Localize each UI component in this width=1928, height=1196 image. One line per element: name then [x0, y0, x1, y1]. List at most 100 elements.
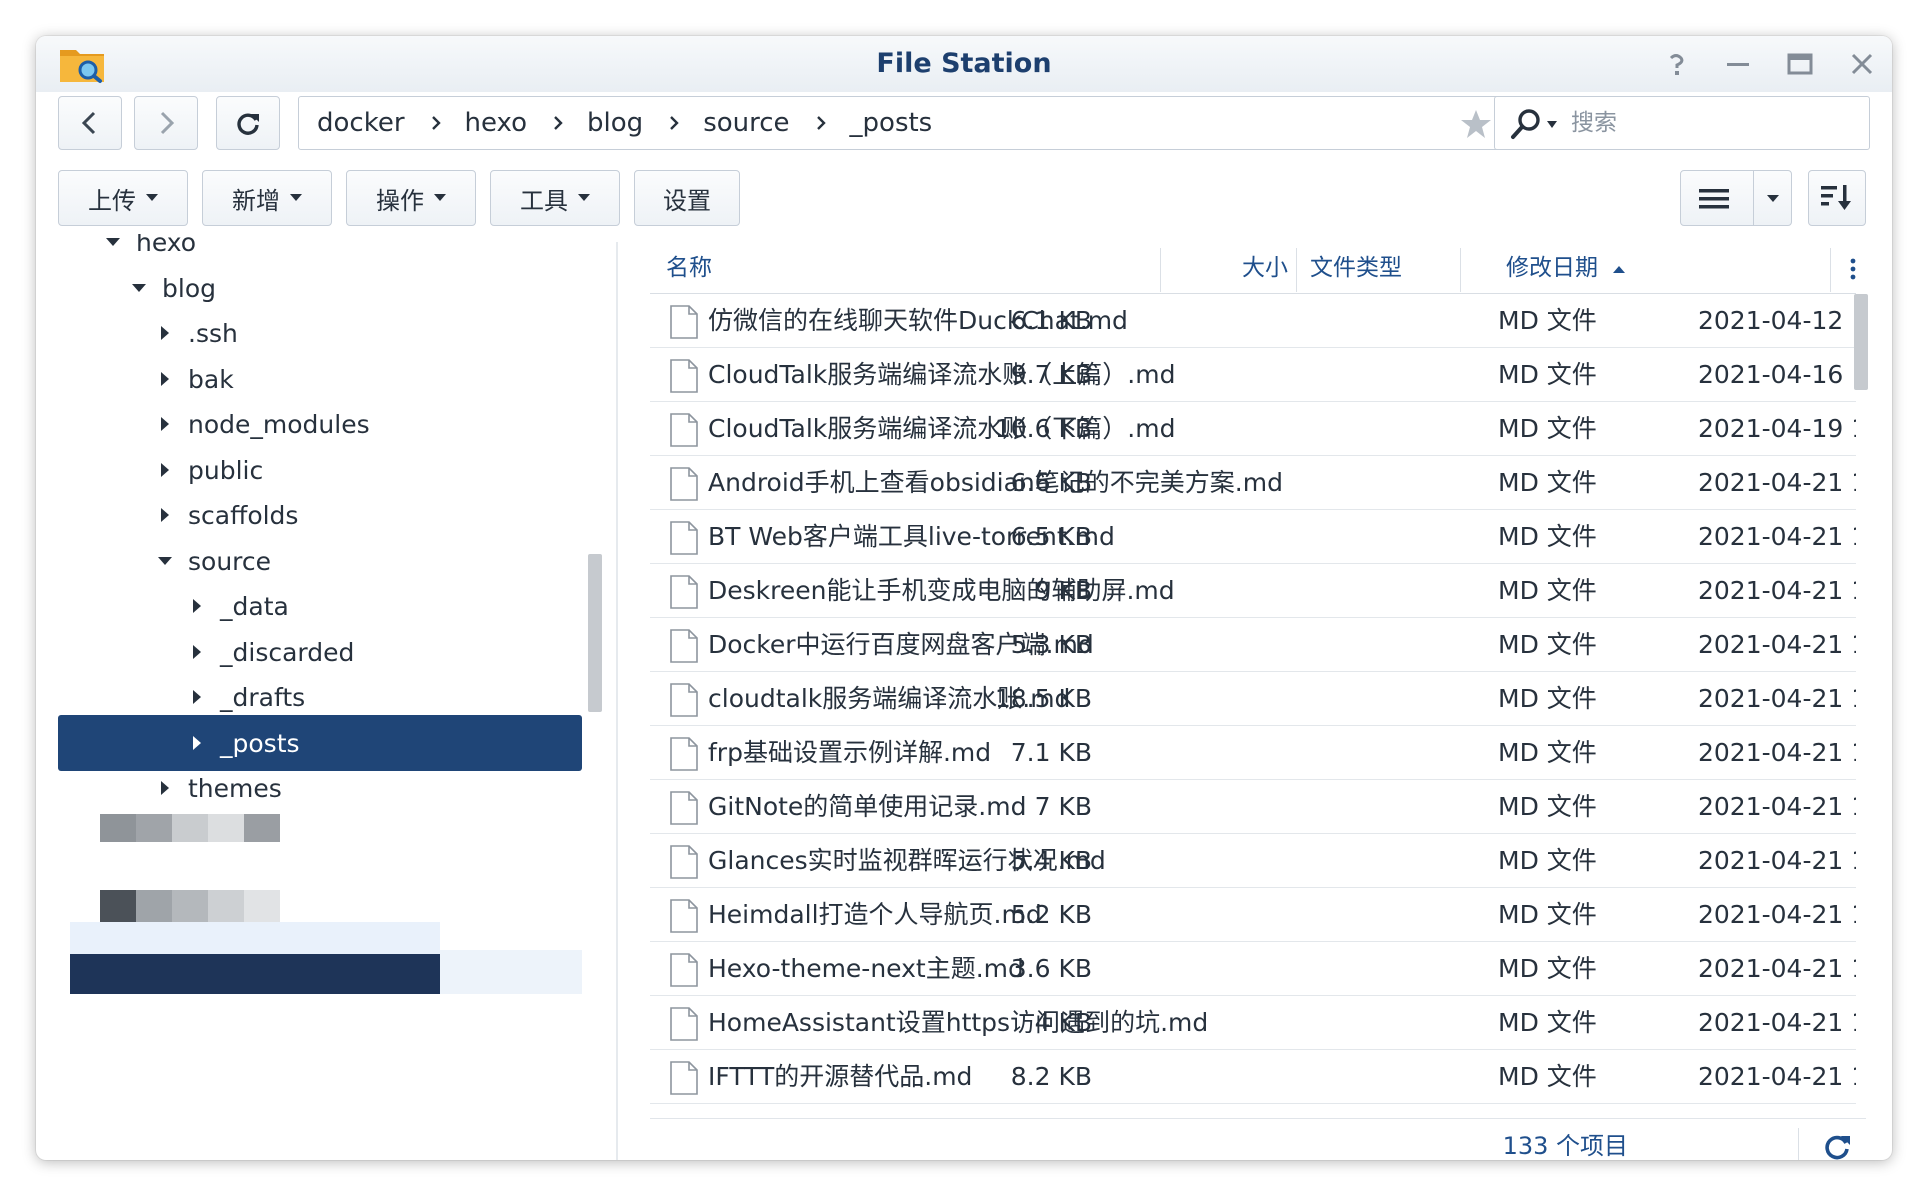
file-type: MD 文件 [1498, 360, 1597, 389]
create-button[interactable]: 新增 [202, 170, 332, 226]
file-row[interactable]: Deskreen能让手机变成电脑的辅助屏.md 9 KB MD 文件 2021-… [650, 564, 1856, 618]
caret-down-icon [434, 194, 446, 201]
file-row[interactable]: 仿微信的在线聊天软件DuckChat.md 6.1 KB MD 文件 2021-… [650, 294, 1856, 348]
file-row[interactable]: Docker中运行百度网盘客户端.md 5.3 KB MD 文件 2021-04… [650, 618, 1856, 672]
column-header-modified-label: 修改日期 [1506, 255, 1598, 281]
caret-down-icon[interactable] [156, 552, 174, 570]
search-box[interactable] [1494, 96, 1870, 150]
breadcrumb-item[interactable]: docker [317, 108, 405, 138]
file-name: CloudTalk服务端编译流水账（上篇）.md [708, 360, 1176, 389]
close-icon[interactable] [1846, 48, 1878, 80]
file-type: MD 文件 [1498, 846, 1597, 875]
caret-right-icon[interactable] [156, 779, 174, 797]
column-header-size[interactable]: 大小 [1196, 242, 1288, 294]
file-row[interactable]: Hexo-theme-next主题.md 3.6 KB MD 文件 2021-0… [650, 942, 1856, 996]
list-scrollbar[interactable] [1854, 294, 1868, 390]
footer-separator [1798, 1128, 1799, 1160]
breadcrumb-item[interactable]: source [703, 108, 789, 138]
search-input[interactable] [1571, 105, 1861, 141]
refresh-icon[interactable] [1822, 1130, 1854, 1160]
tree-scrollbar[interactable] [588, 554, 602, 712]
breadcrumb-item[interactable]: _posts [850, 108, 933, 138]
file-type: MD 文件 [1498, 684, 1597, 713]
caret-right-icon[interactable] [156, 415, 174, 433]
minimize-icon[interactable] [1722, 48, 1754, 80]
caret-down-icon[interactable] [130, 279, 148, 297]
file-row[interactable]: Heimdall打造个人导航页.md 5.2 KB MD 文件 2021-04-… [650, 888, 1856, 942]
tools-button[interactable]: 工具 [490, 170, 620, 226]
caret-right-icon[interactable] [156, 370, 174, 388]
file-modified: 2021-04-21 1... [1698, 684, 1856, 713]
maximize-icon[interactable] [1784, 48, 1816, 80]
file-modified: 2021-04-21 1... [1698, 738, 1856, 767]
caret-down-icon [146, 194, 158, 201]
chevron-right-icon [816, 116, 826, 130]
settings-label: 设置 [663, 186, 711, 215]
action-button[interactable]: 操作 [346, 170, 476, 226]
caret-down-icon[interactable] [1547, 121, 1557, 129]
breadcrumb-item[interactable]: hexo [465, 108, 528, 138]
file-size: 6.1 KB [1010, 306, 1092, 335]
sort-icon [1821, 185, 1851, 210]
more-vertical-icon[interactable] [1850, 258, 1856, 280]
caret-down-icon[interactable] [1767, 195, 1779, 203]
file-type: MD 文件 [1498, 522, 1597, 551]
upload-button[interactable]: 上传 [58, 170, 188, 226]
caret-right-icon[interactable] [188, 734, 206, 752]
file-icon [670, 521, 698, 555]
window-title: File Station [876, 48, 1052, 79]
file-row[interactable]: CloudTalk服务端编译流水账（上篇）.md 9.7 KB MD 文件 20… [650, 348, 1856, 402]
help-icon[interactable] [1660, 48, 1692, 80]
file-row[interactable]: GitNote的简单使用记录.md 7 KB MD 文件 2021-04-21 … [650, 780, 1856, 834]
sort-button[interactable] [1808, 170, 1866, 226]
file-size: 7 KB [1034, 792, 1092, 821]
star-icon[interactable] [1459, 107, 1493, 141]
tree-item-label: .ssh [188, 318, 238, 348]
column-divider[interactable] [1460, 248, 1461, 292]
column-divider[interactable] [1830, 248, 1831, 292]
file-size: 6.5 KB [1010, 522, 1092, 551]
file-icon [670, 413, 698, 447]
title-bar[interactable]: File Station [36, 36, 1892, 92]
settings-button[interactable]: 设置 [634, 170, 740, 226]
caret-down-icon[interactable] [104, 234, 122, 251]
file-size: 18.5 KB [994, 684, 1092, 713]
file-modified: 2021-04-12 1... [1698, 306, 1856, 335]
column-divider[interactable] [1296, 248, 1297, 292]
upload-label: 上传 [88, 186, 136, 215]
file-row[interactable]: HomeAssistant设置https访问遇到的坑.md 4 KB MD 文件… [650, 996, 1856, 1050]
breadcrumb-item[interactable]: blog [587, 108, 643, 138]
file-row[interactable]: cloudtalk服务端编译流水账.md 18.5 KB MD 文件 2021-… [650, 672, 1856, 726]
file-type: MD 文件 [1498, 630, 1597, 659]
column-divider[interactable] [1160, 248, 1161, 292]
file-size: 8.2 KB [1010, 1062, 1092, 1091]
file-type: MD 文件 [1498, 576, 1597, 605]
column-header-modified[interactable]: 修改日期 [1506, 242, 1626, 294]
caret-right-icon[interactable] [156, 506, 174, 524]
file-row[interactable]: Android手机上查看obsidian笔记的不完美方案.md 6.6 KB M… [650, 456, 1856, 510]
file-row[interactable]: IFTTT的开源替代品.md 8.2 KB MD 文件 2021-04-21 1… [650, 1050, 1856, 1104]
file-row[interactable]: CloudTalk服务端编译流水账（下篇）.md 10.6 KB MD 文件 2… [650, 402, 1856, 456]
column-header-name[interactable]: 名称 [666, 242, 712, 294]
folder-tree: hexo blog .ssh bak node_modules public s… [36, 234, 606, 1160]
action-label: 操作 [376, 186, 424, 215]
file-name: Heimdall打造个人导航页.md [708, 900, 1042, 929]
column-header-type[interactable]: 文件类型 [1310, 242, 1402, 294]
caret-right-icon[interactable] [188, 597, 206, 615]
caret-right-icon[interactable] [156, 324, 174, 342]
file-row[interactable]: BT Web客户端工具live-torrent.md 6.5 KB MD 文件 … [650, 510, 1856, 564]
tree-item-themes[interactable]: themes [58, 760, 582, 816]
tree-item-label: bak [188, 364, 234, 394]
file-row[interactable]: Glances实时监视群晖运行状况.md 5.4 KB MD 文件 2021-0… [650, 834, 1856, 888]
search-icon[interactable] [1509, 107, 1543, 141]
caret-right-icon[interactable] [188, 643, 206, 661]
caret-right-icon[interactable] [156, 461, 174, 479]
file-icon [670, 575, 698, 609]
caret-right-icon[interactable] [188, 688, 206, 706]
file-row[interactable]: frp基础设置示例详解.md 7.1 KB MD 文件 2021-04-21 1… [650, 726, 1856, 780]
forward-button[interactable] [134, 96, 198, 150]
pane-divider[interactable] [616, 242, 618, 1160]
back-button[interactable] [58, 96, 122, 150]
view-mode-button[interactable] [1680, 170, 1792, 226]
refresh-button[interactable] [216, 96, 280, 150]
